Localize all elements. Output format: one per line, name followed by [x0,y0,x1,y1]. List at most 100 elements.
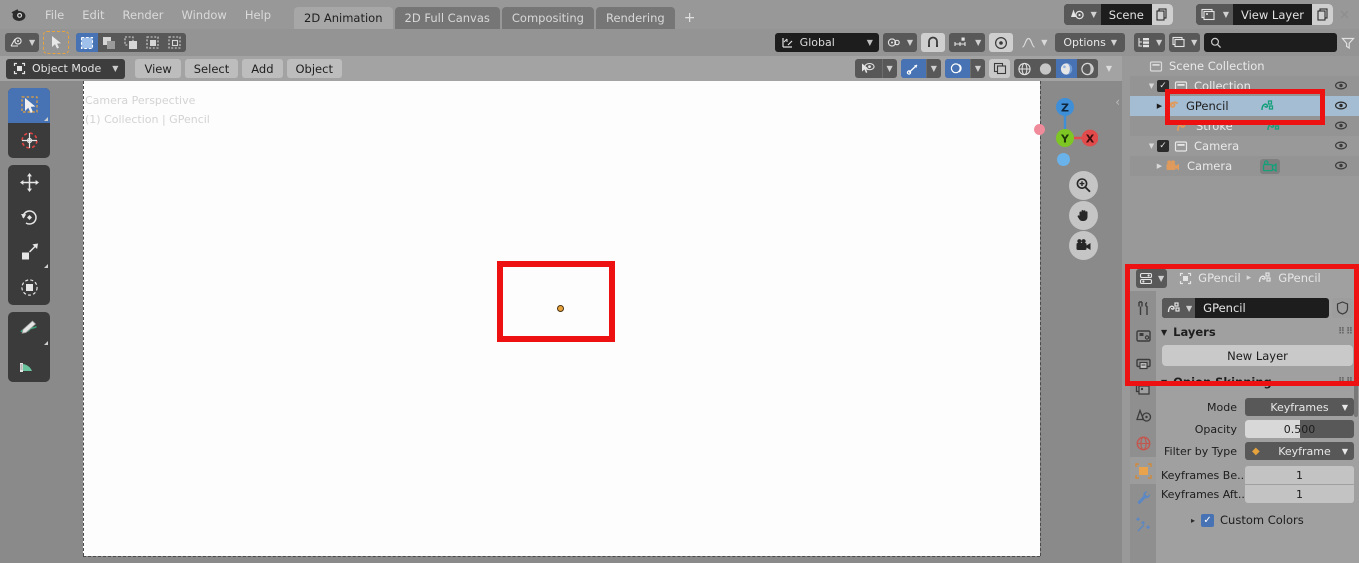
chevron-down-icon[interactable]: ▼ [969,59,985,78]
outliner-row-camera-collection[interactable]: ▼ ✓ Camera [1130,136,1359,156]
rendered-icon[interactable] [1077,59,1098,78]
gpencil-data-icon[interactable] [1259,99,1274,113]
workspace-tab-2d-full-canvas[interactable]: 2D Full Canvas [394,7,500,29]
outliner-search-field[interactable] [1204,33,1337,52]
collection-checkbox[interactable]: ✓ [1157,140,1169,152]
keyframes-before-field[interactable]: 1 [1245,466,1354,484]
chevron-down-icon[interactable]: ▼ [881,59,897,78]
tab-modifiers[interactable] [1130,484,1156,511]
select-box-icon[interactable] [76,33,99,52]
overlays-icon[interactable] [944,59,970,78]
active-tool-cursor[interactable] [43,31,70,54]
tab-scene[interactable] [1130,403,1156,430]
select-box-tool[interactable] [8,88,50,123]
outliner-row-gpencil[interactable]: ▶ GPencil [1130,96,1359,116]
custom-colors-checkbox[interactable]: ✓ [1201,513,1215,527]
cursor-tool[interactable] [8,123,50,158]
chevron-left-icon[interactable]: ‹ [1115,95,1120,109]
camera-view-icon[interactable] [1069,231,1098,260]
tab-view-layer[interactable] [1130,376,1156,403]
visibility-eye-icon[interactable] [1334,99,1348,115]
zoom-icon[interactable] [1069,171,1098,200]
pan-hand-icon[interactable] [1069,201,1098,230]
breadcrumb-object-name[interactable]: GPencil [1198,271,1241,285]
gizmo-icon[interactable] [900,59,926,78]
data-block-selector[interactable]: ▼ GPencil [1162,298,1329,318]
onion-skinning-panel-header[interactable]: ▼ Onion Skinning ⠿⠿ [1161,372,1354,392]
tab-object[interactable] [1130,457,1156,484]
outliner-row-collection[interactable]: ▼ ✓ Collection [1130,76,1359,96]
workspace-tab-2d-animation[interactable]: 2D Animation [294,7,393,29]
object-visibility-dropdown[interactable]: ▼ [854,59,897,78]
viewport-menu-add[interactable]: Add [242,59,283,78]
gizmo-back-axis-dot[interactable] [1057,153,1070,166]
object-mode-dropdown[interactable]: Object Mode ▼ [6,58,126,79]
menu-edit[interactable]: Edit [73,0,113,29]
viewport-menu-select[interactable]: Select [184,59,239,78]
scale-tool[interactable] [8,235,50,270]
chevron-down-icon[interactable]: ▼ [925,59,941,78]
new-layer-button[interactable]: New Layer [1162,345,1353,366]
disclosure-triangle-down[interactable]: ▼ [1146,142,1157,150]
new-scene-icon[interactable] [1151,4,1173,25]
select-extend-icon[interactable] [98,33,120,52]
viewport-menu-object[interactable]: Object [286,59,342,78]
outliner-row-stroke[interactable]: Stroke [1130,116,1359,136]
workspace-tab-rendering[interactable]: Rendering [595,7,675,29]
viewport-menu-view[interactable]: View [135,59,181,78]
rotate-tool[interactable] [8,200,50,235]
transform-orientation-dropdown[interactable]: Global ▼ [774,33,879,52]
annotate-tool[interactable] [8,312,50,347]
menu-render[interactable]: Render [114,0,173,29]
properties-editor-type-dropdown[interactable]: ▼ [1136,268,1168,288]
options-dropdown[interactable]: Options ▼ [1055,33,1125,52]
view-layer-selector[interactable]: ▼ View Layer [1195,4,1333,25]
tab-effects[interactable] [1130,511,1156,538]
gpencil-data-icon[interactable] [1265,119,1280,133]
workspace-tab-compositing[interactable]: Compositing [501,7,594,29]
outliner-row-scene-collection[interactable]: Scene Collection [1130,56,1359,76]
overlays-toggle[interactable]: ▼ [944,59,985,78]
properties-scrollbar[interactable] [1354,297,1358,417]
blender-logo-icon[interactable] [10,6,27,23]
tab-world[interactable] [1130,430,1156,457]
move-tool[interactable] [8,165,50,200]
select-invert-icon[interactable] [142,33,164,52]
visibility-eye-icon[interactable] [1334,119,1348,135]
onion-mode-dropdown[interactable]: Keyframes ▼ [1245,398,1354,416]
onion-filter-dropdown[interactable]: ◆ Keyframe ▼ [1245,442,1354,460]
measure-tool[interactable] [8,347,50,382]
collection-checkbox[interactable]: ✓ [1157,80,1169,92]
outliner-filter-id-dropdown[interactable]: ▼ [1169,33,1201,52]
onion-opacity-slider[interactable]: 0.500 [1245,420,1354,438]
add-workspace-button[interactable]: + [677,7,703,29]
visibility-eye-icon[interactable] [855,59,882,78]
visibility-eye-icon[interactable] [1334,79,1348,95]
outliner-row-camera-object[interactable]: ▶ Camera [1130,156,1359,176]
layers-panel-header[interactable]: ▼ Layers ⠿⠿ [1161,322,1354,342]
outliner-editor[interactable]: Scene Collection ▼ ✓ Collection ▶ GPenci… [1130,56,1359,261]
camera-data-icon[interactable] [1260,158,1281,174]
visibility-eye-icon[interactable] [1334,139,1348,155]
proportional-edit-toggle[interactable] [989,33,1014,52]
breadcrumb-data-name[interactable]: GPencil [1278,271,1321,285]
navigation-gizmo[interactable]: Z Y X [1034,94,1099,156]
menu-help[interactable]: Help [236,0,280,29]
solid-icon[interactable] [1035,59,1056,78]
material-preview-icon[interactable] [1056,59,1077,78]
outliner-filter-icon[interactable] [1341,36,1355,50]
fake-user-shield-icon[interactable] [1332,298,1353,318]
transform-tool[interactable] [8,270,50,305]
scene-selector[interactable]: ▼ Scene [1063,4,1173,25]
disclosure-triangle-right[interactable]: ▶ [1154,162,1165,170]
pivot-point-dropdown[interactable]: ▼ [882,33,918,52]
tab-tool[interactable] [1130,295,1156,322]
tab-render[interactable] [1130,322,1156,349]
visibility-eye-icon[interactable] [1334,159,1348,175]
custom-colors-disclosure-icon[interactable]: ▸ [1191,516,1195,525]
falloff-dropdown[interactable]: ▼ [1017,33,1051,52]
snap-magnet-toggle[interactable] [921,33,946,52]
select-intersect-icon[interactable] [164,33,186,52]
xray-toggle[interactable] [989,59,1010,78]
keyframes-after-field[interactable]: 1 [1245,485,1354,503]
